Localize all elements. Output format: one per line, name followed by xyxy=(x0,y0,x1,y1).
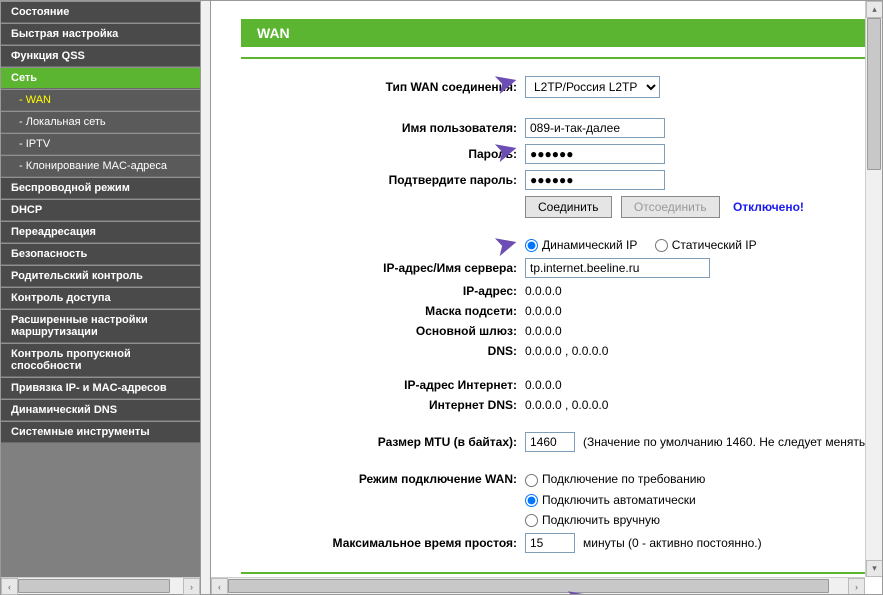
mask-value: 0.0.0.0 xyxy=(521,301,882,321)
ip-label: IP-адрес: xyxy=(241,281,521,301)
username-label: Имя пользователя: xyxy=(241,115,521,141)
on-demand-radio[interactable] xyxy=(525,474,538,487)
connect-button[interactable]: Соединить xyxy=(525,196,612,218)
confirm-password-input[interactable] xyxy=(525,170,665,190)
dynamic-ip-radio-label[interactable]: Динамический IP xyxy=(525,238,637,252)
auto-connect-radio[interactable] xyxy=(525,494,538,507)
sidebar-item-1[interactable]: Быстрая настройка xyxy=(1,23,200,45)
scroll-thumb[interactable] xyxy=(18,579,170,593)
manual-radio-label[interactable]: Подключить вручную xyxy=(525,513,660,527)
sidebar-item-15[interactable]: Контроль пропускной способности xyxy=(1,343,200,377)
sidebar-item-16[interactable]: Привязка IP- и MAC-адресов xyxy=(1,377,200,399)
sidebar-item-14[interactable]: Расширенные настройки маршрутизации xyxy=(1,309,200,343)
connection-status: Отключено! xyxy=(733,200,804,214)
page-title: WAN xyxy=(241,19,882,47)
sidebar-item-11[interactable]: Безопасность xyxy=(1,243,200,265)
wan-type-select[interactable]: L2TP/Россия L2TP xyxy=(525,76,660,98)
username-input[interactable] xyxy=(525,118,665,138)
mtu-note: (Значение по умолчанию 1460. Не следует … xyxy=(583,435,882,449)
sidebar-item-13[interactable]: Контроль доступа xyxy=(1,287,200,309)
dynamic-ip-radio[interactable] xyxy=(525,239,538,252)
vertical-scrollbar[interactable]: ▴ ▾ xyxy=(865,1,882,577)
confirm-label: Подтвердите пароль: xyxy=(241,167,521,193)
scroll-thumb[interactable] xyxy=(228,579,829,593)
idle-note: минуты (0 - активно постоянно.) xyxy=(583,536,762,550)
inet-dns-label: Интернет DNS: xyxy=(241,395,521,415)
scroll-thumb[interactable] xyxy=(867,18,881,170)
gw-label: Основной шлюз: xyxy=(241,321,521,341)
mtu-input[interactable] xyxy=(525,432,575,452)
sidebar-item-8[interactable]: Беспроводной режим xyxy=(1,177,200,199)
sidebar-item-12[interactable]: Родительский контроль xyxy=(1,265,200,287)
idle-input[interactable] xyxy=(525,533,575,553)
manual-radio[interactable] xyxy=(525,514,538,527)
ip-value: 0.0.0.0 xyxy=(521,281,882,301)
inet-ip-label: IP-адрес Интернет: xyxy=(241,375,521,395)
wan-form: Тип WAN соединения: ➤ L2TP/Россия L2TP И… xyxy=(241,73,882,556)
dns-label: DNS: xyxy=(241,341,521,361)
internet-dns-value: 0.0.0.0 , 0.0.0.0 xyxy=(521,395,882,415)
static-ip-radio[interactable] xyxy=(655,239,668,252)
auto-radio-label[interactable]: Подключить автоматически xyxy=(525,493,696,507)
sidebar-item-7[interactable]: - Клонирование MAC-адреса xyxy=(1,155,200,177)
mask-label: Маска подсети: xyxy=(241,301,521,321)
sidebar-item-4[interactable]: - WAN xyxy=(1,89,200,111)
server-input[interactable] xyxy=(525,258,710,278)
scroll-right-icon[interactable]: › xyxy=(183,578,200,595)
sidebar-item-6[interactable]: - IPTV xyxy=(1,133,200,155)
server-label: IP-адрес/Имя сервера: xyxy=(241,255,521,281)
divider xyxy=(241,57,882,59)
sidebar-item-17[interactable]: Динамический DNS xyxy=(1,399,200,421)
dns-value: 0.0.0.0 , 0.0.0.0 xyxy=(521,341,882,361)
content-area: WAN Тип WAN соединения: ➤ L2TP/Россия L2… xyxy=(211,1,882,594)
divider xyxy=(241,572,882,574)
scroll-right-icon[interactable]: › xyxy=(848,578,865,594)
panel-divider xyxy=(200,1,211,594)
sidebar-item-5[interactable]: - Локальная сеть xyxy=(1,111,200,133)
scroll-down-icon[interactable]: ▾ xyxy=(866,560,882,577)
scroll-left-icon[interactable]: ‹ xyxy=(211,578,228,594)
sidebar-item-18[interactable]: Системные инструменты xyxy=(1,421,200,443)
internet-ip-value: 0.0.0.0 xyxy=(521,375,882,395)
gateway-value: 0.0.0.0 xyxy=(521,321,882,341)
scroll-left-icon[interactable]: ‹ xyxy=(1,578,18,595)
conn-mode-label: Режим подключение WAN: xyxy=(241,469,521,489)
sidebar-horizontal-scrollbar[interactable]: ‹ › xyxy=(1,577,200,594)
sidebar-item-10[interactable]: Переадресация xyxy=(1,221,200,243)
scroll-up-icon[interactable]: ▴ xyxy=(866,1,882,18)
mtu-label: Размер MTU (в байтах): xyxy=(241,429,521,455)
sidebar-item-2[interactable]: Функция QSS xyxy=(1,45,200,67)
disconnect-button[interactable]: Отсоединить xyxy=(621,196,720,218)
sidebar: СостояниеБыстрая настройкаФункция QSSСет… xyxy=(1,1,200,594)
conn-type-label: Тип WAN соединения: xyxy=(241,73,521,101)
idle-label: Максимальное время простоя: xyxy=(241,530,521,556)
sidebar-item-3[interactable]: Сеть xyxy=(1,67,200,89)
sidebar-item-0[interactable]: Состояние xyxy=(1,1,200,23)
sidebar-item-9[interactable]: DHCP xyxy=(1,199,200,221)
password-input[interactable] xyxy=(525,144,665,164)
horizontal-scrollbar[interactable]: ‹ › xyxy=(211,577,865,594)
password-label: Пароль: xyxy=(241,141,521,167)
static-ip-radio-label[interactable]: Статический IP xyxy=(655,238,757,252)
on-demand-radio-label[interactable]: Подключение по требованию xyxy=(525,472,705,486)
